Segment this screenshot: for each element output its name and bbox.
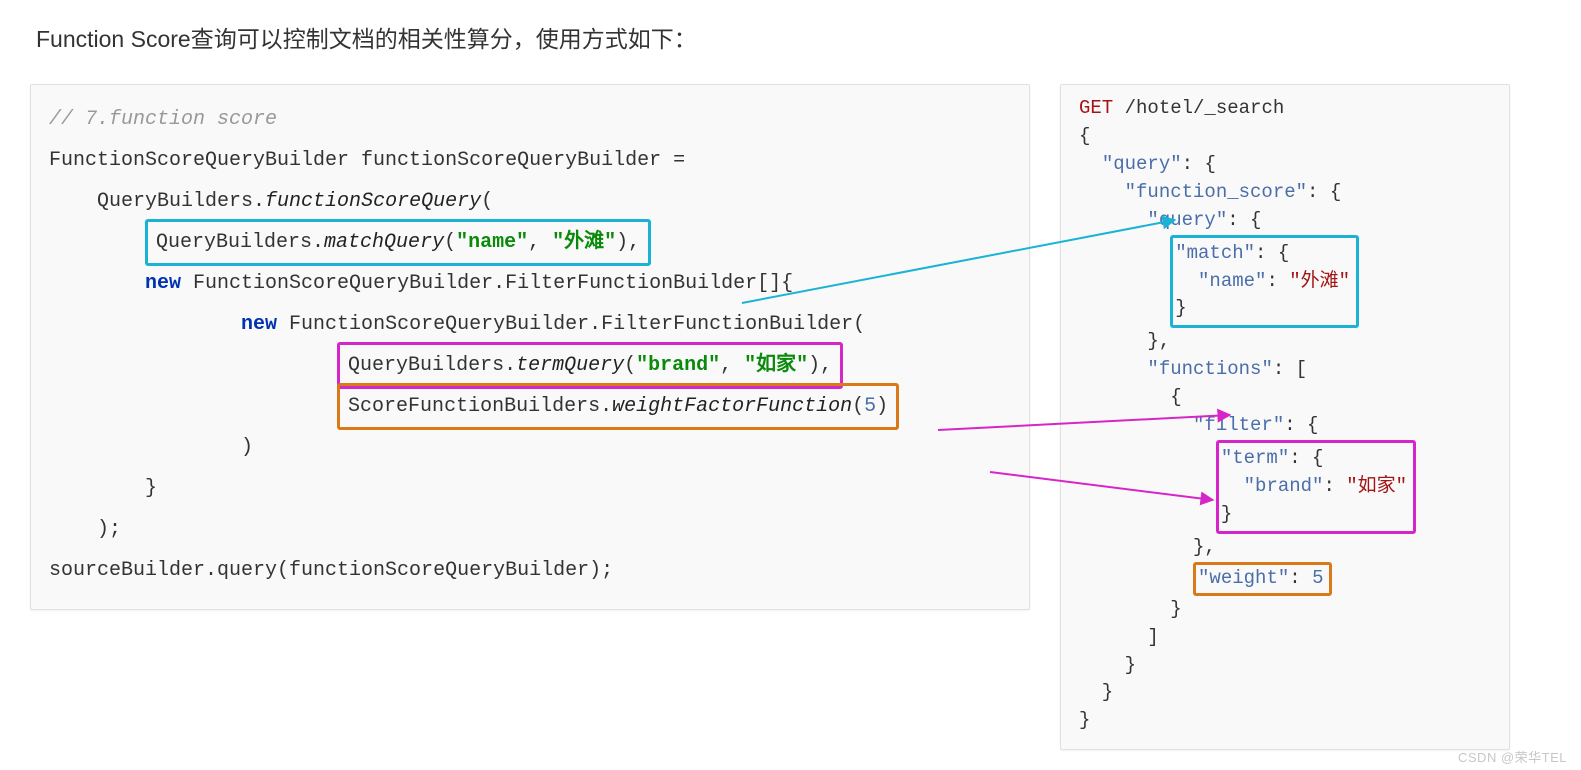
json-line: "query": {: [1079, 209, 1261, 231]
highlight-weight-factor: ScoreFunctionBuilders.weightFactorFuncti…: [337, 383, 899, 430]
json-line: {: [1079, 386, 1182, 408]
code-comment: // 7.function score: [49, 108, 277, 131]
code-line: new FunctionScoreQueryBuilder.FilterFunc…: [49, 272, 793, 295]
code-line: QueryBuilders.matchQuery("name", "外滩"),: [49, 231, 651, 254]
two-column-layout: // 7.function score FunctionScoreQueryBu…: [30, 84, 1551, 750]
json-line: "functions": [: [1079, 358, 1307, 380]
json-code-block: GET /hotel/_search { "query": { "functio…: [1060, 84, 1510, 750]
java-code-block: // 7.function score FunctionScoreQueryBu…: [30, 84, 1030, 610]
code-line: }: [49, 477, 157, 500]
json-highlight-match: "match": { "name": "外滩" }: [1170, 235, 1359, 329]
code-line: ): [49, 436, 253, 459]
highlight-match-query: QueryBuilders.matchQuery("name", "外滩"),: [145, 219, 651, 266]
json-line: ]: [1079, 626, 1159, 648]
json-line: },: [1079, 330, 1170, 352]
code-line: ScoreFunctionBuilders.weightFactorFuncti…: [49, 395, 899, 418]
code-line: sourceBuilder.query(functionScoreQueryBu…: [49, 559, 613, 582]
json-line: },: [1079, 536, 1216, 558]
json-line: GET /hotel/_search: [1079, 97, 1284, 119]
json-line: }: [1079, 598, 1182, 620]
json-line: }: [1079, 654, 1136, 676]
watermark: CSDN @荣华TEL: [1458, 747, 1567, 766]
json-line: "filter": {: [1079, 414, 1318, 436]
java-code: // 7.function score FunctionScoreQueryBu…: [49, 99, 1011, 591]
code-line: );: [49, 518, 121, 541]
json-line: "query": {: [1079, 153, 1216, 175]
json-highlight-term: "term": { "brand": "如家" }: [1216, 440, 1416, 534]
code-line: new FunctionScoreQueryBuilder.FilterFunc…: [49, 313, 865, 336]
highlight-term-query: QueryBuilders.termQuery("brand", "如家"),: [337, 342, 843, 389]
json-code: GET /hotel/_search { "query": { "functio…: [1079, 95, 1491, 735]
section-heading: Function Score查询可以控制文档的相关性算分，使用方式如下：: [36, 20, 1551, 54]
json-line: "function_score": {: [1079, 181, 1341, 203]
json-line: {: [1079, 125, 1090, 147]
code-line: FunctionScoreQueryBuilder functionScoreQ…: [49, 149, 685, 172]
code-line: QueryBuilders.termQuery("brand", "如家"),: [49, 354, 843, 377]
json-highlight-weight: "weight": 5: [1193, 562, 1332, 596]
json-line: }: [1079, 709, 1090, 731]
json-line: }: [1079, 681, 1113, 703]
code-line: QueryBuilders.functionScoreQuery(: [49, 190, 493, 213]
